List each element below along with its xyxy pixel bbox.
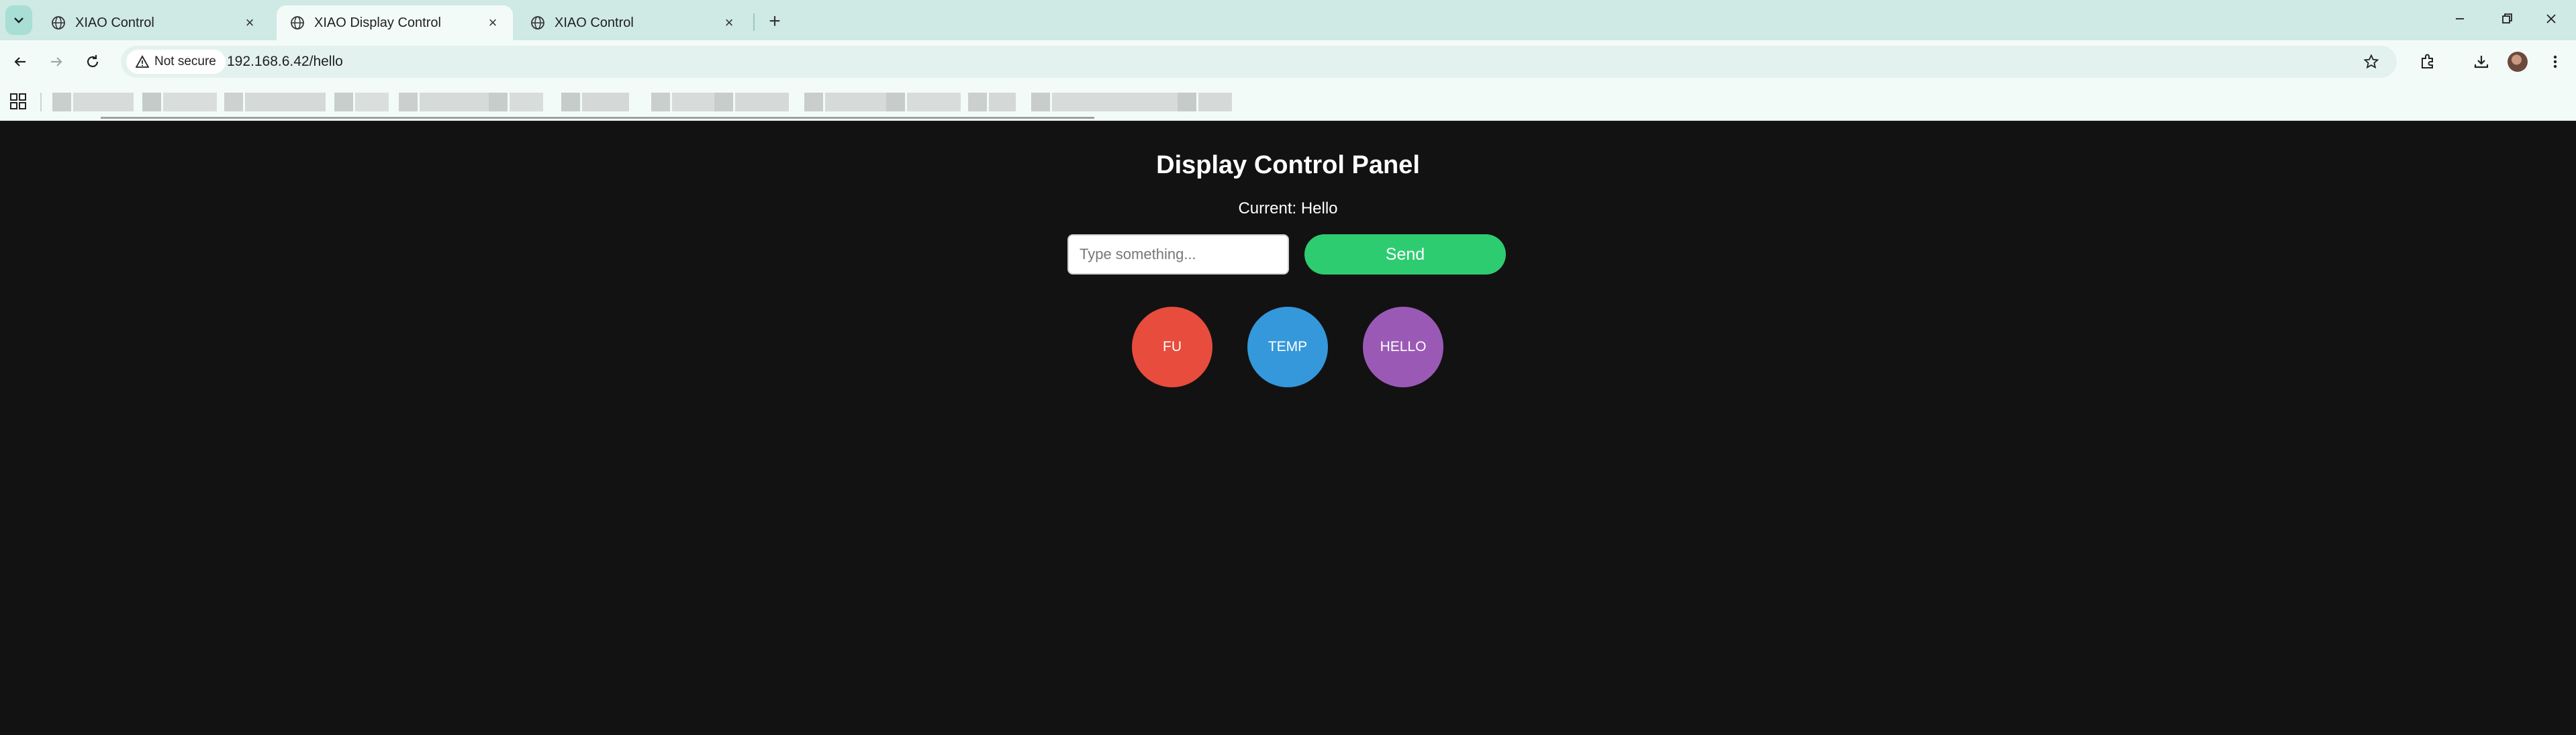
tab-title: XIAO Control (75, 15, 154, 30)
apps-grid-icon[interactable] (9, 93, 27, 110)
send-button[interactable]: Send (1304, 234, 1506, 275)
page-content: Display Control Panel Current: Hello Sen… (0, 121, 2576, 735)
bookmark-item-blurred[interactable] (714, 93, 789, 111)
bookmark-item-blurred[interactable] (399, 93, 493, 111)
extensions-icon[interactable] (2414, 48, 2441, 75)
reload-icon (87, 55, 99, 68)
message-input[interactable] (1067, 234, 1289, 275)
bookmarks-separator (40, 93, 42, 111)
bookmark-item-blurred[interactable] (561, 93, 629, 111)
bookmark-item-blurred[interactable] (651, 93, 719, 111)
globe-icon (530, 15, 545, 30)
security-label: Not secure (154, 54, 216, 68)
url-text[interactable]: 192.168.6.42/hello (227, 46, 343, 78)
profile-avatar[interactable] (2504, 48, 2531, 75)
quick-button-fu[interactable]: FU (1132, 307, 1212, 387)
bookmark-item-blurred[interactable] (968, 93, 1016, 111)
bookmark-item-blurred[interactable] (334, 93, 389, 111)
close-tab-icon[interactable]: × (240, 13, 259, 32)
bookmark-item-blurred[interactable] (886, 93, 961, 111)
tab-xiao-control-2[interactable]: XIAO Control × (517, 5, 749, 40)
quick-button-temp[interactable]: TEMP (1247, 307, 1328, 387)
bookmarks-bar (0, 83, 2576, 121)
current-display-text: Current: Hello (1238, 199, 1338, 217)
security-chip[interactable]: Not secure (126, 50, 226, 74)
tab-xiao-control-1[interactable]: XIAO Control × (38, 5, 270, 40)
bookmark-item-blurred[interactable] (52, 93, 134, 111)
bookmark-item-blurred[interactable] (142, 93, 217, 111)
bookmark-item-blurred[interactable] (1178, 93, 1232, 111)
avatar (2508, 52, 2528, 72)
address-bar[interactable]: Not secure 192.168.6.42/hello (121, 46, 2397, 78)
tab-title: XIAO Control (555, 15, 634, 30)
reload-button[interactable] (78, 47, 107, 77)
close-icon (2546, 14, 2556, 23)
globe-icon (290, 15, 305, 30)
bookmarks-underline (101, 117, 1094, 119)
minimize-icon (2456, 18, 2464, 19)
arrow-left-icon (14, 57, 26, 66)
page-title: Display Control Panel (1156, 151, 1420, 179)
chevron-down-icon (14, 17, 23, 23)
browser-menu-icon[interactable] (2542, 48, 2569, 75)
globe-icon (51, 15, 66, 30)
warning-icon (136, 55, 149, 68)
close-tab-icon[interactable]: × (483, 13, 502, 32)
bookmark-item-blurred[interactable] (1031, 93, 1180, 111)
restore-button[interactable] (2487, 4, 2527, 34)
downloads-icon[interactable] (2468, 48, 2495, 75)
forward-button[interactable] (42, 47, 71, 77)
bookmark-item-blurred[interactable] (224, 93, 326, 111)
tab-strip: XIAO Control × XIAO Display Control × XI… (0, 0, 2576, 40)
arrow-right-icon (51, 57, 62, 66)
close-tab-icon[interactable]: × (720, 13, 738, 32)
tab-search-button[interactable] (5, 5, 32, 35)
minimize-button[interactable] (2440, 4, 2480, 34)
new-tab-button[interactable]: + (761, 8, 788, 35)
bookmark-item-blurred[interactable] (804, 93, 892, 111)
browser-toolbar: Not secure 192.168.6.42/hello (0, 40, 2576, 83)
bookmark-star-icon[interactable] (2360, 51, 2382, 72)
bookmark-item-blurred[interactable] (489, 93, 543, 111)
quick-button-hello[interactable]: HELLO (1363, 307, 1443, 387)
tab-title: XIAO Display Control (314, 15, 441, 30)
back-button[interactable] (5, 47, 35, 77)
restore-icon (2502, 13, 2512, 23)
tab-xiao-display-control[interactable]: XIAO Display Control × (277, 5, 513, 40)
close-window-button[interactable] (2531, 4, 2571, 34)
tab-separator (753, 13, 755, 31)
